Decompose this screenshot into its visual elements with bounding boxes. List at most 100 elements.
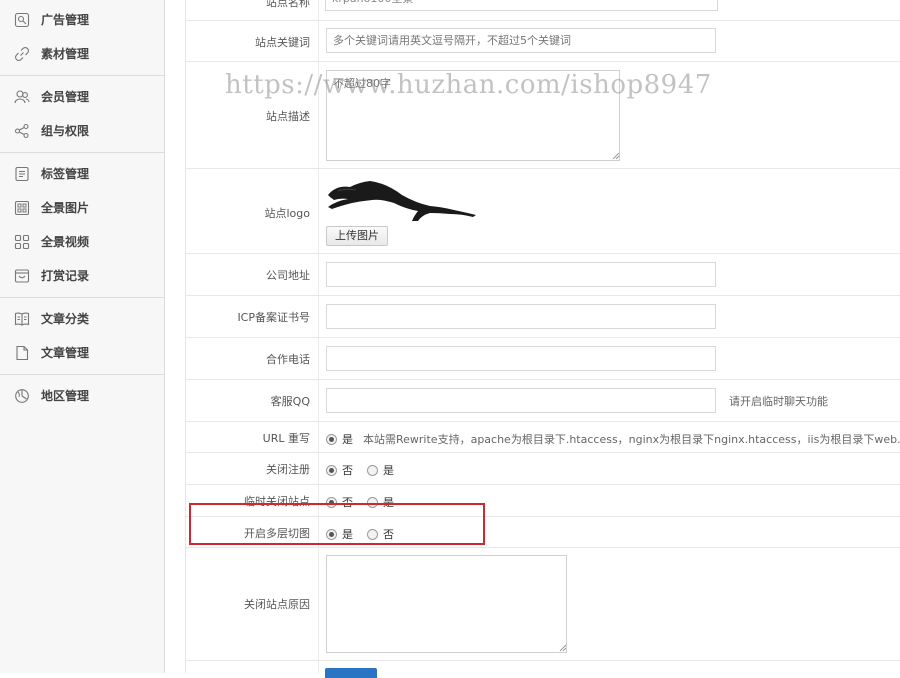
form-row-multi-tile: 开启多层切图 是 否 (186, 517, 900, 548)
close-register-radios: 否 是 (326, 462, 408, 478)
temp-close-yes-option[interactable]: 是 (367, 494, 394, 510)
close-register-no-option[interactable]: 否 (326, 462, 353, 478)
temp-close-radios: 否 是 (326, 494, 408, 510)
option-label: 否 (342, 464, 353, 477)
divider (0, 152, 164, 153)
sidebar-item-panorama-videos[interactable]: 全景视频 (0, 225, 164, 259)
option-label: 是 (383, 464, 394, 477)
form-row-close-register: 关闭注册 否 是 (186, 453, 900, 485)
divider (0, 297, 164, 298)
form-row-phone: 合作电话 (186, 338, 900, 380)
form-row-logo: 站点logo 上传图片 (186, 169, 900, 254)
radio-unchecked-icon[interactable] (367, 528, 378, 540)
divider (0, 75, 164, 76)
sidebar-item-label: 打赏记录 (41, 269, 90, 283)
sidebar-item-panorama-images[interactable]: 全景图片 (0, 191, 164, 225)
option-label: 否 (383, 528, 394, 541)
temp-close-no-option[interactable]: 否 (326, 494, 353, 510)
sidebar-item-ads[interactable]: 广告管理 (0, 3, 164, 37)
panorama-image-icon (14, 200, 30, 216)
sidebar-item-label: 广告管理 (41, 13, 90, 27)
multi-tile-no-option[interactable]: 否 (367, 526, 394, 542)
sidebar-item-label: 会员管理 (41, 90, 90, 104)
field-label: ICP备案证书号 (237, 311, 310, 324)
upload-image-button[interactable]: 上传图片 (326, 226, 388, 246)
form-row-temp-close: 临时关闭站点 否 是 (186, 485, 900, 517)
form-row-description: 站点描述 (186, 62, 900, 169)
sidebar-item-label: 全景视频 (41, 235, 90, 249)
option-label: 是 (383, 496, 394, 509)
sidebar-item-label: 素材管理 (41, 47, 90, 61)
sidebar-item-tags[interactable]: 标签管理 (0, 157, 164, 191)
icp-input[interactable] (326, 304, 716, 329)
field-label: 合作电话 (266, 353, 310, 366)
form-row-url-rewrite: URL 重写 是 本站需Rewrite支持，apache为根目录下.htacce… (186, 422, 900, 453)
sidebar-item-article-categories[interactable]: 文章分类 (0, 302, 164, 336)
field-label: 站点名称 (266, 0, 310, 9)
sidebar-item-groups[interactable]: 组与权限 (0, 114, 164, 148)
field-label: 临时关闭站点 (244, 495, 310, 508)
site-name-input[interactable]: krpano100全景 (325, 0, 718, 11)
multi-tile-radios: 是 否 (326, 526, 408, 542)
qq-input[interactable] (326, 388, 716, 413)
members-icon (14, 89, 30, 105)
field-label: 站点描述 (266, 110, 310, 123)
sidebar-item-rewards[interactable]: 打赏记录 (0, 259, 164, 293)
url-rewrite-radios: 是 本站需Rewrite支持，apache为根目录下.htaccess，ngin… (326, 431, 900, 447)
radio-checked-icon[interactable] (326, 528, 337, 540)
close-reason-textarea[interactable] (326, 555, 567, 653)
resize-grip-icon[interactable] (559, 644, 567, 652)
form-row-qq: 客服QQ 请开启临时聊天功能 (186, 380, 900, 422)
close-register-yes-option[interactable]: 是 (367, 462, 394, 478)
keywords-input[interactable] (326, 28, 716, 53)
option-label: 否 (342, 496, 353, 509)
sidebar-item-label: 地区管理 (41, 389, 90, 403)
field-label: URL 重写 (262, 432, 310, 445)
submit-button[interactable] (325, 668, 377, 678)
sidebar-item-label: 文章管理 (41, 346, 90, 360)
field-label: 关闭注册 (266, 463, 310, 476)
sidebar-item-regions[interactable]: 地区管理 (0, 379, 164, 413)
logo-image (328, 181, 476, 221)
sidebar-item-label: 组与权限 (41, 124, 90, 138)
multi-tile-yes-option[interactable]: 是 (326, 526, 353, 542)
radio-checked-icon[interactable] (326, 433, 337, 445)
field-label: 开启多层切图 (244, 527, 310, 540)
resize-grip-icon[interactable] (612, 152, 620, 160)
phone-input[interactable] (326, 346, 716, 371)
form-row-icp: ICP备案证书号 (186, 296, 900, 338)
radio-unchecked-icon[interactable] (367, 464, 378, 476)
link-icon (14, 46, 30, 62)
option-label: 是 (342, 528, 353, 541)
form-row-keywords: 站点关键词 (186, 21, 900, 62)
sidebar-item-articles[interactable]: 文章管理 (0, 336, 164, 370)
description-textarea[interactable] (326, 70, 620, 161)
form-row-company-address: 公司地址 (186, 254, 900, 296)
reward-icon (14, 268, 30, 284)
field-label: 站点关键词 (255, 36, 310, 49)
url-rewrite-yes-option[interactable]: 是 (326, 431, 353, 447)
region-icon (14, 388, 30, 404)
sidebar: 广告管理 素材管理 会员管理 组与权限 标签管理 全景图片 全景视频 打赏记录 … (0, 0, 165, 673)
url-rewrite-note: 本站需Rewrite支持，apache为根目录下.htaccess，nginx为… (363, 433, 900, 446)
divider (0, 374, 164, 375)
field-label: 关闭站点原因 (244, 598, 310, 611)
share-icon (14, 123, 30, 139)
ad-icon (14, 12, 30, 28)
field-label: 客服QQ (270, 395, 310, 408)
document-icon (14, 345, 30, 361)
field-label: 公司地址 (266, 269, 310, 282)
book-icon (14, 311, 30, 327)
form-row-close-reason: 关闭站点原因 (186, 548, 900, 661)
grid-icon (14, 234, 30, 250)
sidebar-item-label: 标签管理 (41, 167, 90, 181)
sidebar-item-materials[interactable]: 素材管理 (0, 37, 164, 71)
radio-checked-icon[interactable] (326, 496, 337, 508)
radio-checked-icon[interactable] (326, 464, 337, 476)
radio-unchecked-icon[interactable] (367, 496, 378, 508)
field-label: 站点logo (264, 207, 311, 220)
company-address-input[interactable] (326, 262, 716, 287)
sidebar-item-members[interactable]: 会员管理 (0, 80, 164, 114)
sidebar-item-label: 文章分类 (41, 312, 90, 326)
qq-note: 请开启临时聊天功能 (729, 395, 828, 408)
